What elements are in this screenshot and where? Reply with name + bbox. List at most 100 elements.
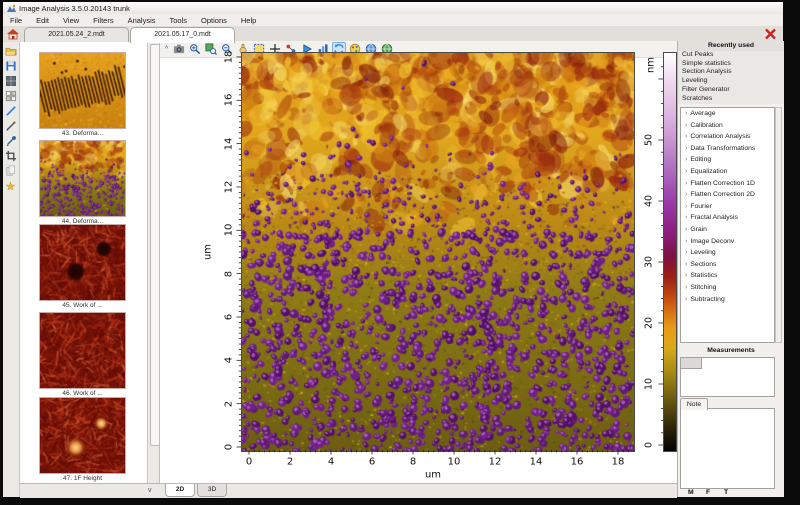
app-icon (7, 4, 16, 13)
x-axis-label: um (425, 470, 441, 481)
chevron-right-icon: › (685, 214, 687, 221)
document-tab[interactable]: 2021.05.24_2.mdt (24, 27, 129, 42)
thumbnail-caption: 45. Work of ... (39, 302, 126, 309)
chevron-right-icon: › (685, 249, 687, 256)
recently-used-item[interactable]: Leveling (678, 77, 784, 86)
filter-tree-item[interactable]: ›Calibration (681, 120, 774, 132)
menu-item-options[interactable]: Options (194, 16, 234, 25)
recently-used-item[interactable]: Scratches (678, 95, 784, 104)
thumbnail-item[interactable]: 43. Deforma... (39, 52, 126, 137)
axes-ticks (160, 41, 678, 481)
window-title: Image Analysis 3.5.0.20143 trunk (19, 4, 130, 13)
filter-tree-item[interactable]: ›Grain (681, 224, 774, 236)
filter-tree-item[interactable]: ›Image Deconv (681, 236, 774, 248)
thumbnail-image[interactable] (39, 397, 126, 474)
axis-tick-label: 12 (224, 181, 235, 194)
thumbnail-image[interactable] (39, 312, 126, 389)
chevron-right-icon: › (685, 145, 687, 152)
right-panel: Recently used Cut PeaksSimple statistics… (677, 41, 784, 497)
view-tab-strip: v 2D3D (20, 483, 677, 498)
colorbar-unit-label: nm (646, 57, 657, 73)
filter-tree-item[interactable]: ›Fractal Analysis (681, 212, 774, 224)
recently-used-item[interactable]: Section Analysis (678, 68, 784, 77)
title-bar: Image Analysis 3.5.0.20143 trunk (3, 2, 783, 14)
thumbnail-item[interactable]: 47. 1F Height (39, 397, 126, 482)
menu-item-filters[interactable]: Filters (86, 16, 120, 25)
close-icon[interactable] (763, 27, 778, 41)
axis-tick-label: 40 (644, 195, 655, 207)
menu-item-tools[interactable]: Tools (163, 16, 195, 25)
open-folder-icon[interactable] (5, 44, 17, 56)
filter-tree-item[interactable]: ›Stitching (681, 282, 774, 294)
measurements-tab[interactable] (680, 357, 702, 369)
axis-tick-label: 0 (644, 442, 655, 448)
copy-page-icon[interactable] (5, 164, 17, 176)
recently-used-item[interactable]: Filter Generator (678, 86, 784, 95)
home-icon[interactable] (6, 28, 20, 40)
axis-tick-label: 8 (224, 270, 235, 276)
axis-tick-label: 4 (328, 457, 334, 468)
thumbnail-image[interactable] (39, 52, 126, 129)
line-tool-icon[interactable] (5, 104, 17, 116)
note-tab[interactable]: Note (680, 398, 708, 410)
axis-tick-label: 12 (489, 457, 502, 468)
filter-tree-item[interactable]: ›Equalization (681, 166, 774, 178)
chevron-right-icon: › (685, 180, 687, 187)
save-icon[interactable] (5, 59, 17, 71)
menu-item-analysis[interactable]: Analysis (121, 16, 163, 25)
filter-tree-item[interactable]: ›Sections (681, 259, 774, 271)
thumbnail-caption: 46. Work of ... (39, 390, 126, 397)
axis-tick-label: 2 (287, 457, 293, 468)
scroll-down-icon[interactable]: v (148, 487, 152, 494)
view-tab-2d[interactable]: 2D (165, 484, 195, 497)
filter-tree-item[interactable]: ›Fourier (681, 201, 774, 213)
thumbnail-item[interactable]: 45. Work of ... (39, 224, 126, 309)
pencil-tool-icon[interactable] (5, 119, 17, 131)
chevron-right-icon: › (685, 261, 687, 268)
menu-item-edit[interactable]: Edit (29, 16, 56, 25)
filter-tree-item[interactable]: ›Leveling (681, 247, 774, 259)
filter-tree-item[interactable]: ›Average (681, 108, 774, 120)
filter-tree-item[interactable]: ›Flatten Correction 1D (681, 178, 774, 190)
y-axis-label: um (203, 244, 214, 260)
axis-tick-label: 6 (224, 314, 235, 320)
recently-used-list: Cut PeaksSimple statisticsSection Analys… (678, 51, 784, 104)
measurements-box (680, 357, 775, 397)
status-letter: T (724, 489, 742, 496)
filter-tree-item[interactable]: ›Subtracting (681, 294, 774, 306)
document-tab[interactable]: 2021.05.17_0.mdt (130, 27, 235, 43)
document-tabs: 2021.05.24_2.mdt2021.05.17_0.mdt (24, 27, 236, 42)
layout-view-icon[interactable] (5, 89, 17, 101)
recently-used-item[interactable]: Simple statistics (678, 60, 784, 69)
chevron-right-icon: › (685, 122, 687, 129)
color-picker-icon[interactable] (5, 134, 17, 146)
axis-tick-label: 20 (644, 317, 655, 329)
chevron-right-icon: › (685, 226, 687, 233)
axis-tick-label: 10 (224, 224, 235, 237)
axis-tick-label: 16 (571, 457, 584, 468)
view-tab-3d[interactable]: 3D (197, 484, 227, 497)
menu-item-help[interactable]: Help (234, 16, 263, 25)
axis-tick-label: 14 (224, 137, 235, 150)
note-box[interactable] (680, 408, 775, 489)
crop-tool-icon[interactable] (5, 149, 17, 161)
chevron-right-icon: › (685, 272, 687, 279)
filter-tree-scrollbar[interactable] (775, 107, 782, 343)
tile-view-icon[interactable] (5, 74, 17, 86)
recently-used-item[interactable]: Cut Peaks (678, 51, 784, 60)
axis-tick-label: 18 (224, 51, 235, 64)
thumbnail-item[interactable]: 46. Work of ... (39, 312, 126, 397)
axis-tick-label: 10 (448, 457, 461, 468)
favorites-star-icon[interactable]: ★ (5, 179, 17, 191)
filter-tree-item[interactable]: ›Statistics (681, 270, 774, 282)
filter-tree-item[interactable]: ›Editing (681, 154, 774, 166)
filter-tree-item[interactable]: ›Data Transformations (681, 143, 774, 155)
thumbnail-image[interactable] (39, 140, 126, 217)
thumbnail-image[interactable] (39, 224, 126, 301)
filter-tree-item[interactable]: ›Correlation Analysis (681, 131, 774, 143)
axis-tick-label: 8 (410, 457, 416, 468)
thumbnail-item[interactable]: 44. Deforma... (39, 140, 126, 225)
filter-tree-item[interactable]: ›Flatten Correction 2D (681, 189, 774, 201)
menu-item-view[interactable]: View (56, 16, 86, 25)
menu-item-file[interactable]: File (3, 16, 29, 25)
